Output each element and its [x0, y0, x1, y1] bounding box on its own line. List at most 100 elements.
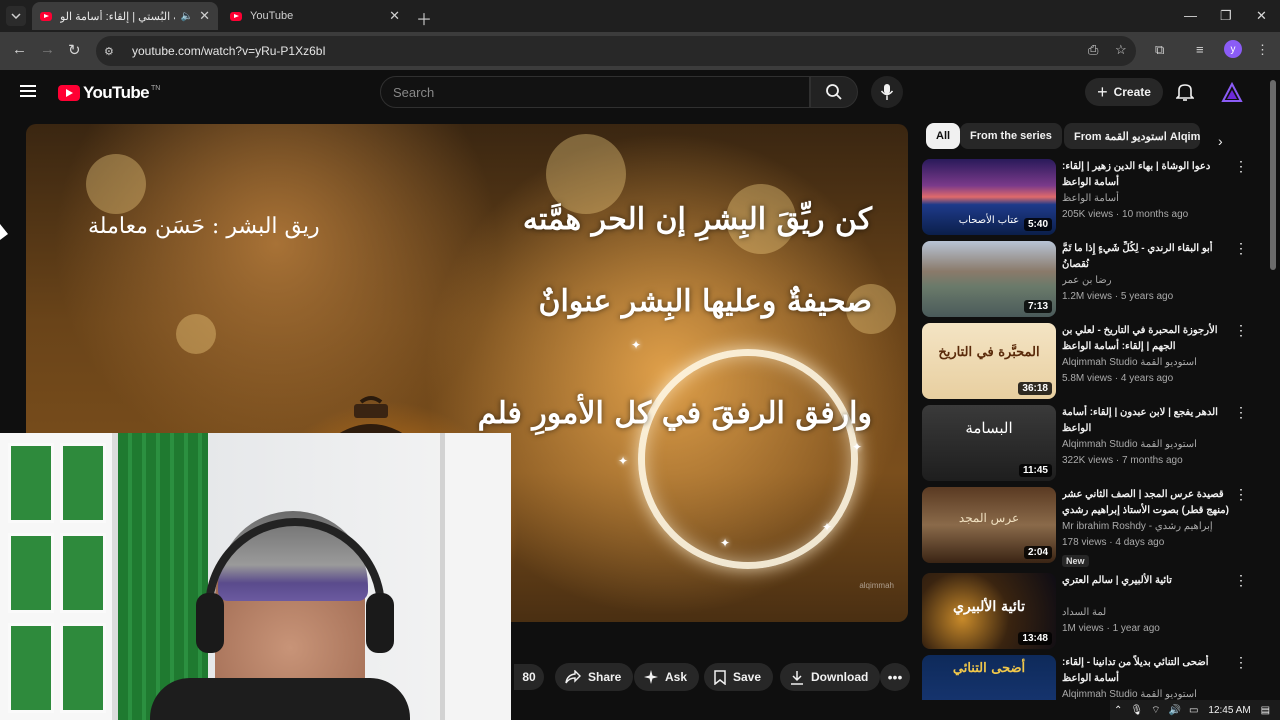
address-bar[interactable]: ⚙ youtube.com/watch?v=yRu-P1Xz6bI [96, 36, 1136, 66]
filter-chips: All From the series From استوديو القمة A… [922, 123, 1222, 151]
more-vert-icon[interactable]: ⋮ [1234, 655, 1248, 669]
channel-name[interactable]: Alqimmah Studio استوديو القمة [1062, 355, 1230, 371]
duration-badge: 36:18 [1018, 382, 1052, 395]
star-sparkle-icon: ✦ [631, 338, 642, 352]
clock[interactable]: 12:45 AM [1208, 705, 1250, 716]
menu-kebab-icon[interactable]: ⋮ [1256, 42, 1269, 58]
video-thumbnail[interactable]: تائية الألبيري 13:48 [922, 573, 1056, 649]
recommendation-item[interactable]: عرس المجد 2:04 قصيدة عرس المجد | الصف ال… [922, 487, 1252, 567]
video-thumbnail[interactable]: عتاب الأصحاب 5:40 [922, 159, 1056, 235]
more-vert-icon[interactable]: ⋮ [1234, 323, 1248, 337]
video-thumbnail[interactable]: المحبَّرة في التاريخ 36:18 [922, 323, 1056, 399]
video-thumbnail[interactable]: أضحى التنائي [922, 655, 1056, 700]
restore-icon[interactable]: ❐ [1220, 8, 1232, 24]
download-button[interactable]: Download [780, 663, 881, 691]
recommendation-item[interactable]: البسامة 11:45 الدهر يفجع | لابن عبدون | … [922, 405, 1252, 483]
browser-profile-avatar[interactable]: y [1224, 40, 1242, 58]
chip-from-the-series[interactable]: From the series [960, 123, 1062, 149]
channel-name[interactable]: Alqimmah Studio استوديو القمة [1062, 437, 1230, 453]
microphone-icon[interactable]: 🎙 [1130, 705, 1143, 716]
recommendation-item[interactable]: المحبَّرة في التاريخ 36:18 الأرجوزة المح… [922, 323, 1252, 401]
view-count: 322K views [1062, 455, 1114, 466]
close-tab-icon[interactable]: ✕ [389, 8, 400, 24]
chevron-up-icon[interactable]: ⌃ [1114, 705, 1122, 716]
video-meta: قصيدة عرس المجد | الصف الثاني عشر (منهج … [1062, 487, 1230, 569]
more-vert-icon[interactable]: ⋮ [1234, 487, 1248, 501]
chip-all[interactable]: All [926, 123, 961, 149]
video-title[interactable]: أضحى التنائي بديلاً من تدانينا - إلقاء: … [1062, 655, 1230, 687]
volume-icon[interactable]: 🔊 [1169, 705, 1181, 716]
bookmark-star-icon[interactable]: ☆ [1115, 42, 1127, 58]
more-vert-icon[interactable]: ⋮ [1234, 241, 1248, 255]
more-vert-icon[interactable]: ⋮ [1234, 159, 1248, 173]
new-tab-button[interactable]: ＋ [416, 6, 432, 30]
youtube-logo[interactable]: YouTube TN [58, 83, 160, 103]
video-meta: تائية الألبيري | سالم العتري لمة السداد … [1062, 573, 1230, 637]
chip-from-channel[interactable]: From استوديو القمة Alqimmah [1064, 123, 1200, 149]
forward-icon[interactable]: → [40, 41, 55, 58]
youtube-favicon-icon [40, 11, 52, 21]
close-tab-icon[interactable]: ✕ [199, 8, 210, 24]
video-title[interactable]: أبو البقاء الرندي - لِكُلِّ شَيءٍ إِذا م… [1062, 241, 1230, 273]
page-scrollbar[interactable] [1270, 80, 1276, 270]
reload-icon[interactable]: ↻ [68, 41, 81, 59]
channel-name[interactable]: أسامة الواعظ [1062, 191, 1230, 207]
back-icon[interactable]: ← [12, 41, 27, 58]
more-actions-button[interactable]: ••• [880, 663, 910, 691]
search-button[interactable] [810, 76, 858, 108]
voice-search-button[interactable] [871, 76, 903, 108]
video-title[interactable]: دعوا الوشاة | بهاء الدين زهير | إلقاء: أ… [1062, 159, 1230, 191]
channel-watermark: alqimmah [859, 581, 894, 590]
microphone-icon [880, 84, 894, 100]
notification-center-icon[interactable]: ▤ [1261, 705, 1270, 716]
video-stats: 178 views · 4 days ago [1062, 537, 1165, 548]
media-controls-icon[interactable]: ≡ [1196, 42, 1204, 57]
share-button[interactable]: Share [555, 663, 634, 691]
video-thumbnail[interactable]: عرس المجد 2:04 [922, 487, 1056, 563]
video-thumbnail[interactable]: البسامة 11:45 [922, 405, 1056, 481]
wifi-icon[interactable]: ⌔ [1151, 704, 1160, 717]
share-icon [565, 670, 581, 684]
browser-tab-active[interactable]: نونية البُستي | إلقاء: أسامة الو 🔈 ✕ [32, 2, 218, 30]
notifications-button[interactable] [1175, 82, 1195, 107]
video-thumbnail[interactable]: 7:13 [922, 241, 1056, 317]
save-button[interactable]: Save [704, 663, 774, 691]
thumbnail-caption: تائية الألبيري [953, 599, 1025, 615]
chevron-right-icon[interactable]: › [1218, 133, 1223, 149]
recommendation-item[interactable]: 7:13 أبو البقاء الرندي - لِكُلِّ شَيءٍ إ… [922, 241, 1252, 319]
thumbnail-caption: المحبَّرة في التاريخ [938, 345, 1040, 360]
recommendation-item[interactable]: أضحى التنائي أضحى التنائي بديلاً من تدان… [922, 655, 1252, 700]
speaker-icon[interactable]: 🔈 [181, 11, 193, 22]
bokeh-light [176, 314, 216, 354]
channel-name[interactable]: لمة السداد [1062, 605, 1230, 621]
create-button[interactable]: + Create [1085, 78, 1163, 106]
battery-icon[interactable]: ▭ [1189, 705, 1198, 716]
video-title[interactable]: تائية الألبيري | سالم العتري [1062, 573, 1230, 605]
minimize-icon[interactable]: — [1184, 8, 1197, 23]
dislike-count[interactable]: 80 [514, 664, 544, 690]
video-title[interactable]: الدهر يفجع | لابن عبدون | إلقاء: أسامة ا… [1062, 405, 1230, 437]
video-stats: 205K views · 10 months ago [1062, 209, 1189, 220]
close-window-icon[interactable]: ✕ [1256, 8, 1267, 24]
recommendation-item[interactable]: تائية الألبيري 13:48 تائية الألبيري | سا… [922, 573, 1252, 651]
site-info-icon[interactable]: ⚙ [104, 45, 122, 58]
browser-tab-youtube[interactable]: YouTube ✕ [222, 2, 408, 30]
recommendation-item[interactable]: عتاب الأصحاب 5:40 دعوا الوشاة | بهاء الد… [922, 159, 1252, 237]
window-frame [0, 433, 118, 720]
hamburger-menu-icon[interactable] [20, 85, 36, 97]
star-sparkle-icon: ✦ [852, 440, 863, 454]
more-vert-icon[interactable]: ⋮ [1234, 573, 1248, 587]
ask-button[interactable]: Ask [634, 663, 700, 691]
video-title[interactable]: قصيدة عرس المجد | الصف الثاني عشر (منهج … [1062, 487, 1230, 519]
channel-name[interactable]: Alqimmah Studio استوديو القمة [1062, 687, 1230, 700]
new-badge: New [1062, 555, 1089, 567]
channel-name[interactable]: Mr ibrahim Roshdy - إبراهيم رشدي [1062, 519, 1230, 535]
account-avatar[interactable] [1221, 81, 1243, 104]
channel-name[interactable]: رضا بن عمر [1062, 273, 1230, 289]
more-vert-icon[interactable]: ⋮ [1234, 405, 1248, 419]
extensions-icon[interactable]: ⧉ [1155, 42, 1164, 58]
tab-search-button[interactable] [6, 6, 26, 26]
install-app-icon[interactable]: ⎙ [1088, 42, 1098, 58]
search-input[interactable]: Search [380, 76, 810, 108]
video-title[interactable]: الأرجوزة المحبرة في التاريخ - لعلي بن ال… [1062, 323, 1230, 355]
